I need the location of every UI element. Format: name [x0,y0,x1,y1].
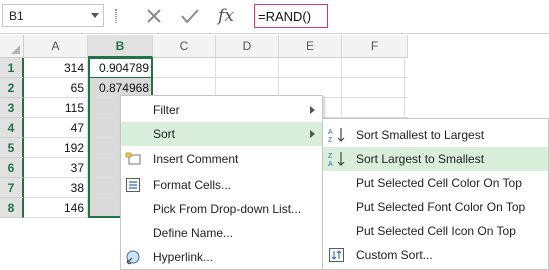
insert-function-button[interactable]: fx [212,4,240,28]
menu-item-cell-color-top[interactable]: Put Selected Cell Color On Top [323,171,548,195]
menu-item-hyperlink[interactable]: Hyperlink... [121,245,322,269]
format-cells-icon [125,177,141,193]
row-header-2[interactable]: 2 [0,78,24,98]
name-box[interactable]: B1 [2,4,104,27]
formula-bar: B1 fx =RAND() [0,0,549,34]
enter-button[interactable] [176,4,204,28]
cell-a7[interactable]: 38 [24,178,88,198]
menu-item-label: Define Name... [153,226,234,240]
menu-item-label: Put Selected Font Color On Top [356,200,526,214]
menu-item-label: Sort Smallest to Largest [356,128,485,142]
menu-item-label: Sort [153,127,176,141]
menu-item-filter[interactable]: Filter [121,98,322,122]
row-header-1[interactable]: 1 [0,58,24,78]
select-all-icon [11,45,20,54]
menu-item-cell-icon-top[interactable]: Put Selected Cell Icon On Top [323,219,548,243]
menu-item-label: Sort Largest to Smallest [356,152,485,166]
menu-item-insert-comment[interactable]: Insert Comment [121,147,322,171]
formula-text: =RAND() [258,9,312,24]
row-header-5[interactable]: 5 [0,138,24,158]
custom-sort-icon [328,247,346,263]
sort-ascending-icon: AZ [328,127,346,144]
menu-item-format-cells[interactable]: Format Cells... [121,173,322,197]
row-header-6[interactable]: 6 [0,158,24,178]
name-box-value: B1 [9,9,24,23]
row-header-8[interactable]: 8 [0,198,24,218]
row-header-7[interactable]: 7 [0,178,24,198]
context-menu: Filter Sort Insert Comment Format Cells.… [120,95,323,270]
sort-descending-icon: ZA [328,151,346,168]
cell-a1[interactable]: 314 [24,58,88,78]
svg-text:Z: Z [328,137,333,143]
menu-item-label: Insert Comment [153,152,239,166]
cell-a6[interactable]: 37 [24,158,88,178]
sort-submenu: AZ Sort Smallest to Largest ZA Sort Larg… [322,118,549,270]
menu-item-label: Put Selected Cell Color On Top [356,176,522,190]
grip-icon[interactable] [115,9,117,23]
formula-input[interactable]: =RAND() [254,4,328,28]
column-header-f[interactable]: F [342,35,408,58]
menu-item-label: Format Cells... [153,178,232,192]
menu-item-custom-sort[interactable]: Custom Sort... [323,243,548,267]
svg-text:Z: Z [328,153,333,160]
select-all-button[interactable] [0,35,24,58]
svg-text:A: A [328,161,333,167]
menu-item-font-color-top[interactable]: Put Selected Font Color On Top [323,195,548,219]
column-header-c[interactable]: C [153,35,216,58]
svg-text:A: A [328,129,333,136]
menu-item-label: Filter [153,103,180,117]
submenu-arrow-icon [310,130,315,138]
row-header-4[interactable]: 4 [0,118,24,138]
comment-icon [125,151,141,167]
menu-item-label: Custom Sort... [356,248,433,262]
cell-a2[interactable]: 65 [24,78,88,98]
hyperlink-icon [125,249,141,265]
cell-a4[interactable]: 47 [24,118,88,138]
cell-a5[interactable]: 192 [24,138,88,158]
submenu-arrow-icon [310,106,315,114]
column-header-e[interactable]: E [279,35,342,58]
menu-item-define-name[interactable]: Define Name... [121,221,322,245]
cell-a3[interactable]: 115 [24,98,88,118]
cell-b1[interactable]: 0.904789 [88,58,153,78]
menu-item-label: Put Selected Cell Icon On Top [356,224,516,238]
column-header-a[interactable]: A [24,35,88,58]
menu-item-label: Hyperlink... [153,250,214,264]
menu-item-pick-from-list[interactable]: Pick From Drop-down List... [121,197,322,221]
column-header-d[interactable]: D [216,35,279,58]
x-icon [147,9,161,23]
chevron-down-icon[interactable] [91,13,99,18]
checkmark-icon [181,9,199,24]
column-header-b[interactable]: B [88,35,153,58]
menu-item-sort-ascending[interactable]: AZ Sort Smallest to Largest [323,123,548,147]
menu-item-sort-descending[interactable]: ZA Sort Largest to Smallest [323,147,548,171]
row-header-3[interactable]: 3 [0,98,24,118]
cell-a8[interactable]: 146 [24,198,88,218]
menu-item-label: Pick From Drop-down List... [153,202,302,216]
menu-item-sort[interactable]: Sort [121,122,322,146]
cancel-button[interactable] [140,4,168,28]
